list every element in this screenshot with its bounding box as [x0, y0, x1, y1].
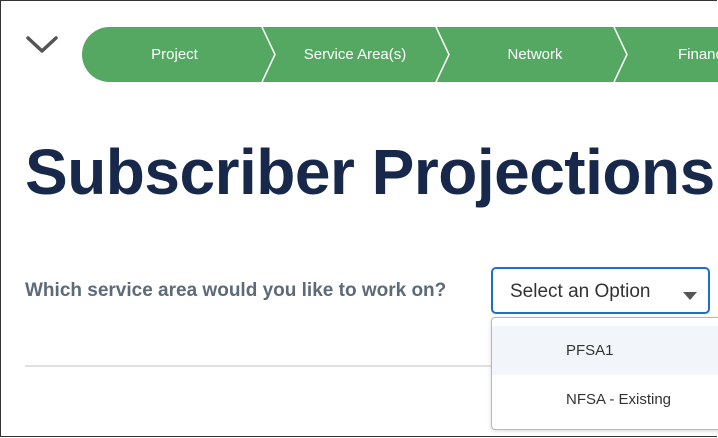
step-divider — [613, 27, 628, 82]
collapse-toggle-button[interactable] — [22, 26, 62, 62]
step-label: Service Area(s) — [303, 46, 407, 63]
option-pfsa1[interactable]: PFSA1 — [492, 326, 718, 375]
step-service-areas[interactable]: Service Area(s) — [270, 27, 440, 82]
service-area-question: Which service area would you like to wor… — [25, 280, 447, 301]
chevron-down-icon — [22, 26, 62, 62]
step-label: Project — [151, 46, 198, 63]
option-nfsa-existing[interactable]: NFSA - Existing — [492, 375, 718, 424]
option-label: PFSA1 — [566, 342, 614, 359]
step-financials[interactable]: Financ — [678, 27, 718, 82]
page-title: Subscriber Projections — [25, 136, 715, 208]
service-area-dropdown-menu: PFSA1 NFSA - Existing — [491, 317, 718, 430]
step-label: Network — [507, 46, 563, 63]
section-divider — [25, 365, 495, 367]
progress-steps: Project Service Area(s) Network Financ — [82, 27, 718, 82]
caret-down-icon — [683, 288, 697, 306]
step-project[interactable]: Project — [82, 27, 267, 82]
step-network[interactable]: Network — [444, 27, 626, 82]
select-placeholder: Select an Option — [510, 281, 651, 302]
service-area-select[interactable]: Select an Option — [491, 267, 710, 314]
option-label: NFSA - Existing — [566, 391, 672, 408]
step-label: Financ — [678, 46, 718, 63]
